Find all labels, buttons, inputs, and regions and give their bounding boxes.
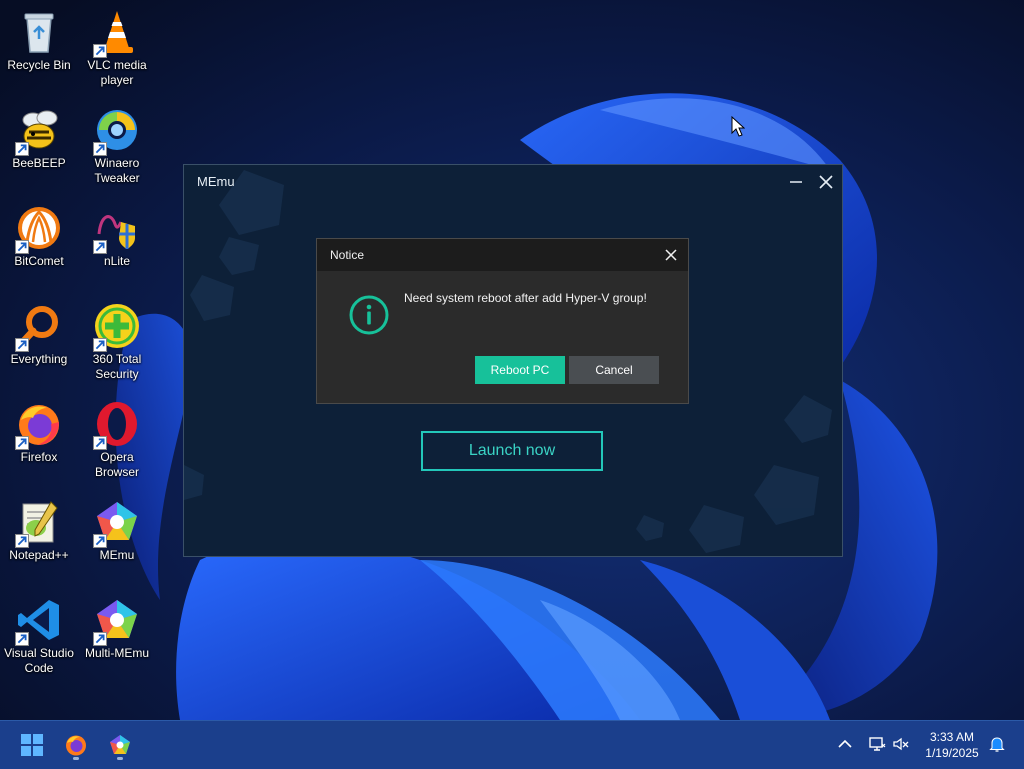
start-icon: [21, 734, 43, 756]
desktop-icon-label: VLC media player: [87, 58, 147, 87]
running-indicator: [117, 757, 123, 760]
notice-header: Notice: [317, 239, 688, 271]
notice-message: Need system reboot after add Hyper-V gro…: [404, 291, 647, 305]
network-icon: [869, 737, 886, 751]
mouse-pointer-icon: [731, 116, 745, 137]
desktop-icon-label: nLite: [103, 254, 131, 268]
clock-date: 1/19/2025: [925, 746, 979, 760]
reboot-pc-button[interactable]: Reboot PC: [475, 356, 565, 384]
shortcut-arrow-icon: [15, 632, 29, 646]
notice-close-button[interactable]: [662, 246, 680, 264]
desktop-icon-label: 360 Total Security: [92, 352, 142, 381]
minimize-icon: [790, 181, 802, 183]
desktop-icon-opera[interactable]: Opera Browser: [78, 398, 156, 488]
desktop-icon-label: Visual Studio Code: [4, 646, 74, 675]
clock[interactable]: 3:33 AM 1/19/2025: [918, 729, 986, 761]
desktop-icon-label: Firefox: [20, 450, 58, 464]
firefox-icon: [66, 735, 86, 756]
show-hidden-icons-button[interactable]: [834, 733, 856, 755]
taskbar: 3:33 AM 1/19/2025: [0, 720, 1024, 769]
info-icon: [349, 295, 389, 335]
desktop-icon-label: Everything: [10, 352, 68, 366]
shortcut-arrow-icon: [93, 436, 107, 450]
desktop-icon-winaero-tweaker[interactable]: Winaero Tweaker: [78, 104, 156, 194]
shortcut-arrow-icon: [15, 240, 29, 254]
shortcut-arrow-icon: [93, 240, 107, 254]
close-icon: [819, 175, 833, 189]
desktop-icon-multi-memu[interactable]: Multi-MEmu: [78, 594, 156, 684]
desktop-icon-label: MEmu: [99, 548, 135, 562]
shortcut-arrow-icon: [93, 338, 107, 352]
desktop-icon-label: Recycle Bin: [7, 58, 71, 72]
volume-muted-icon: [893, 737, 909, 751]
desktop: Recycle Bin VLC media player BeeBEEP Win…: [0, 0, 1024, 720]
desktop-icon-everything[interactable]: Everything: [0, 300, 78, 390]
shortcut-arrow-icon: [15, 534, 29, 548]
desktop-icon-360-total-security[interactable]: 360 Total Security: [78, 300, 156, 390]
shortcut-arrow-icon: [15, 338, 29, 352]
desktop-icon-label: Notepad++: [9, 548, 69, 562]
memu-window-title: MEmu: [197, 174, 235, 189]
launch-now-button[interactable]: Launch now: [421, 431, 603, 471]
notifications-button[interactable]: [986, 733, 1008, 755]
desktop-icon-vlc[interactable]: VLC media player: [78, 6, 156, 96]
taskbar-memu[interactable]: [104, 729, 136, 761]
desktop-icon-recycle-bin[interactable]: Recycle Bin: [0, 6, 78, 96]
notice-dialog: Notice Need system reboot after add Hype…: [316, 238, 689, 404]
chevron-up-icon: [838, 739, 852, 748]
clock-time: 3:33 AM: [929, 730, 975, 744]
desktop-icon-bitcomet[interactable]: BitComet: [0, 202, 78, 292]
desktop-icon-label: BitComet: [14, 254, 64, 268]
network-button[interactable]: [866, 733, 888, 755]
memu-icon: [110, 735, 130, 754]
shortcut-arrow-icon: [93, 44, 107, 58]
memu-window[interactable]: MEmu Launch now Notice Need system reboo…: [183, 164, 843, 557]
notice-title: Notice: [330, 248, 365, 262]
cancel-button[interactable]: Cancel: [569, 356, 659, 384]
shortcut-arrow-icon: [93, 534, 107, 548]
running-indicator: [73, 757, 79, 760]
desktop-icon-label: Winaero Tweaker: [94, 156, 140, 185]
desktop-icon-label: Multi-MEmu: [84, 646, 149, 660]
shortcut-arrow-icon: [15, 142, 29, 156]
desktop-icons: Recycle Bin VLC media player BeeBEEP Win…: [0, 0, 160, 720]
desktop-icon-memu[interactable]: MEmu: [78, 496, 156, 586]
volume-button[interactable]: [890, 733, 912, 755]
minimize-button[interactable]: [784, 170, 808, 194]
close-icon: [665, 249, 677, 261]
desktop-icon-label: BeeBEEP: [12, 156, 66, 170]
shortcut-arrow-icon: [93, 142, 107, 156]
desktop-icon-firefox[interactable]: Firefox: [0, 398, 78, 488]
start-button[interactable]: [16, 729, 48, 761]
notification-icon: [989, 737, 1005, 752]
shortcut-arrow-icon: [93, 632, 107, 646]
desktop-icon-label: Opera Browser: [94, 450, 139, 479]
desktop-icon-nlite[interactable]: nLite: [78, 202, 156, 292]
desktop-icon-vscode[interactable]: Visual Studio Code: [0, 594, 78, 684]
recycle-bin-icon: [24, 13, 54, 53]
close-button[interactable]: [814, 170, 838, 194]
desktop-icon-notepadpp[interactable]: Notepad++: [0, 496, 78, 586]
desktop-icon-beebeep[interactable]: BeeBEEP: [0, 104, 78, 194]
shortcut-arrow-icon: [15, 436, 29, 450]
taskbar-firefox[interactable]: [60, 729, 92, 761]
